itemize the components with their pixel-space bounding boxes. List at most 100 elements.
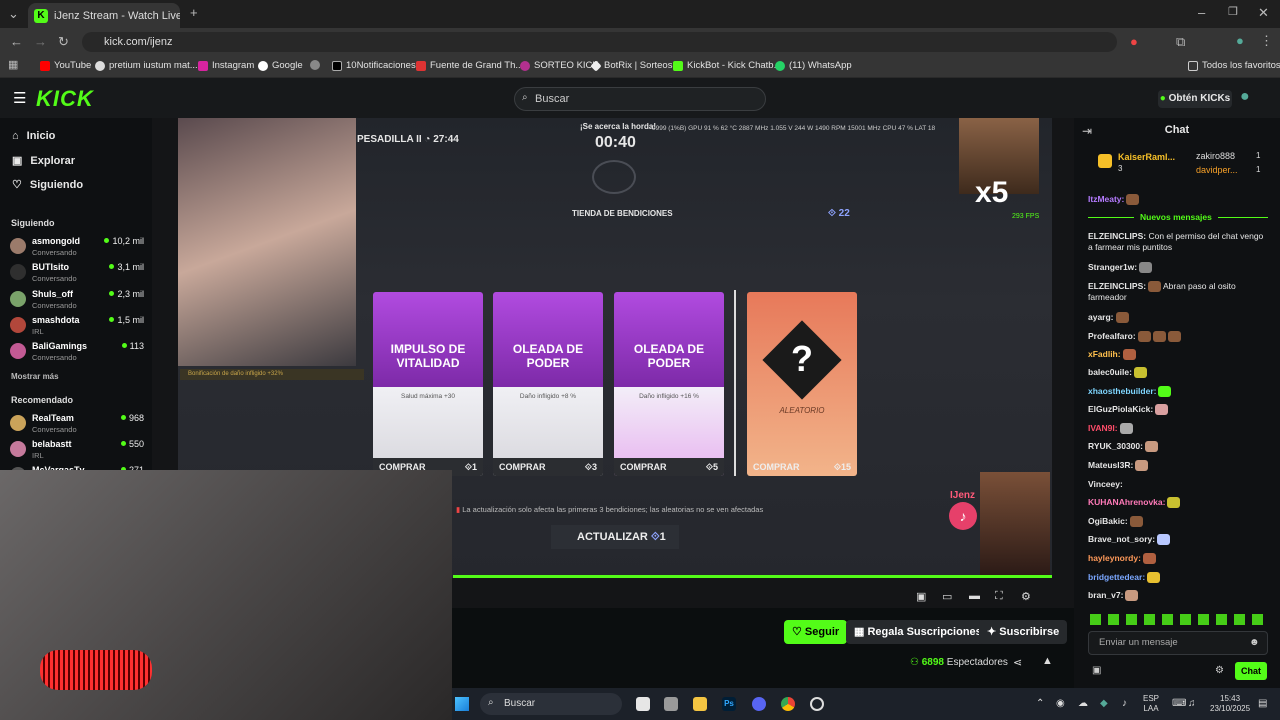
chat-message-input[interactable]: Enviar un mensaje: [1088, 631, 1268, 655]
close-window-icon[interactable]: ✕: [1258, 5, 1269, 21]
chat-message: Brave_not_sory:: [1088, 534, 1268, 546]
tray-shield-icon[interactable]: ◆: [1100, 698, 1108, 709]
sidebar-channel-shuls[interactable]: Shuls_off Conversando 2,3 mil: [10, 289, 144, 313]
hamburger-menu-icon[interactable]: ☰: [13, 89, 26, 107]
bookmark-notificaciones[interactable]: 10Notificaciones: [332, 60, 416, 71]
taskbar-search[interactable]: Buscar: [480, 693, 622, 715]
pinned-user-2[interactable]: zakiro888: [1196, 151, 1235, 161]
report-icon[interactable]: ▲: [1042, 655, 1053, 667]
rewards-icon[interactable]: ▣: [1092, 665, 1101, 676]
new-messages-label: Nuevos mensajes: [1134, 212, 1218, 222]
volume-icon[interactable]: ♫: [1188, 698, 1196, 709]
subscribe-button[interactable]: ✦ Suscribirse: [979, 620, 1068, 644]
sidebar-channel-belabastt[interactable]: belabastt IRL 550: [10, 439, 144, 463]
sidebar-channel-butisito[interactable]: BUTIsito Conversando 3,1 mil: [10, 262, 144, 286]
chat-message: OgiBakic:: [1088, 516, 1268, 528]
minimize-icon[interactable]: –: [1198, 5, 1205, 20]
update-button[interactable]: ACTUALIZAR ⟐1: [551, 525, 679, 549]
blessing-card-power-16[interactable]: OLEADA DE PODER Daño infligido +16 % COM…: [614, 292, 724, 476]
sidebar-channel-realteam[interactable]: RealTeam Conversando 968: [10, 413, 144, 437]
bookmark-botrix[interactable]: BotRix | Sorteos: [590, 59, 672, 72]
blessing-card-random[interactable]: ? ALEATORIO COMPRAR ⟐15: [747, 292, 857, 476]
nav-following[interactable]: ♡ Siguiendo: [12, 178, 83, 192]
theater-mode-icon[interactable]: ▭: [942, 590, 952, 603]
nav-explore[interactable]: ▣ Explorar: [12, 154, 75, 168]
sidebar-channel-asmongold[interactable]: asmongold Conversando 10,2 mil: [10, 236, 144, 260]
bookmark-instagram[interactable]: Instagram: [198, 60, 254, 71]
bookmarks-bar: ▦ YouTube pretium iustum mat... Instagra…: [0, 56, 1280, 78]
card-header: [373, 292, 483, 387]
maximize-icon[interactable]: ❐: [1228, 5, 1238, 18]
bookmark-grand-theft[interactable]: Fuente de Grand Th...: [416, 60, 523, 71]
chat-send-button[interactable]: Chat: [1235, 662, 1267, 680]
clip-icon[interactable]: ▬: [969, 590, 980, 602]
sidebar-channel-baligamings[interactable]: BaliGamings Conversando 113: [10, 341, 144, 365]
new-tab-icon[interactable]: +: [190, 5, 198, 20]
task-view-icon[interactable]: [636, 697, 650, 711]
user-avatar[interactable]: ●: [1240, 88, 1250, 106]
menu-dots-icon[interactable]: ⋮: [1260, 33, 1273, 49]
extension-icon[interactable]: ●: [1130, 34, 1138, 49]
share-icon[interactable]: ⋖: [1013, 656, 1022, 669]
chat-message: IVAN9I:: [1088, 423, 1268, 435]
network-icon[interactable]: ⌨: [1172, 698, 1186, 709]
nav-home[interactable]: ⌂ Inicio: [12, 130, 55, 142]
photoshop-icon[interactable]: Ps: [722, 697, 736, 711]
tray-app-icon[interactable]: ◉: [1056, 698, 1065, 709]
get-kicks-button[interactable]: ● Obtén KICKs: [1158, 90, 1232, 108]
nightmare-label: PESADILLA II ◔ 27:44: [357, 134, 459, 145]
browser-tab[interactable]: K iJenz Stream - Watch Live o ✕: [28, 3, 180, 28]
emote-quick-bar[interactable]: [1090, 614, 1270, 625]
tray-chevron-icon[interactable]: ⌃: [1036, 698, 1044, 709]
helmet-icon: [592, 160, 636, 194]
bookmark-sorteo-kick[interactable]: SORTEO KICK: [520, 60, 599, 71]
language-indicator[interactable]: ESP LAA: [1143, 694, 1159, 714]
forward-icon[interactable]: →: [34, 34, 47, 49]
app-icon[interactable]: [664, 697, 678, 711]
sidebar-channel-smashdota[interactable]: smashdota IRL 1,5 mil: [10, 315, 144, 339]
windows-start-icon[interactable]: [455, 697, 469, 711]
back-icon[interactable]: ←: [10, 34, 23, 49]
mic-icon[interactable]: ♪: [1122, 698, 1127, 709]
obs-icon[interactable]: [810, 697, 824, 711]
blessing-card-vitality[interactable]: IMPULSO DE VITALIDAD Salud máxima +30 CO…: [373, 292, 483, 476]
chat-message: hayleynordy:: [1088, 553, 1268, 565]
bookmark-pretium[interactable]: pretium iustum mat...: [95, 60, 198, 71]
reload-icon[interactable]: ↻: [58, 34, 69, 50]
notification-bell-icon[interactable]: ▤: [1258, 698, 1267, 709]
emote-icon: [1125, 590, 1139, 602]
chat-settings-icon[interactable]: ⚙: [1215, 665, 1224, 676]
settings-gear-icon[interactable]: ⚙: [1021, 590, 1031, 603]
discord-icon[interactable]: [752, 697, 766, 711]
pinned-user-3[interactable]: davidper...: [1196, 165, 1238, 175]
show-more-link[interactable]: Mostrar más: [11, 372, 59, 381]
chrome-icon[interactable]: [781, 697, 795, 711]
streamer-tag: IJenz: [950, 490, 976, 501]
cloud-icon[interactable]: ☁: [1078, 698, 1088, 709]
file-explorer-icon[interactable]: [693, 697, 707, 711]
bookmark-kickbot[interactable]: KickBot - Kick Chatb...: [673, 60, 782, 71]
gift-subs-button[interactable]: ▦ Regala Suscripciones: [846, 620, 990, 644]
blessing-card-power-8[interactable]: OLEADA DE PODER Daño infligido +8 % COMP…: [493, 292, 603, 476]
profile-avatar-icon[interactable]: ●: [1236, 33, 1244, 48]
site-search-input[interactable]: Buscar: [514, 87, 766, 111]
fullscreen-icon[interactable]: ⛶: [995, 590, 1003, 603]
globe-icon: [310, 60, 320, 70]
bookmark-youtube[interactable]: YouTube: [40, 60, 91, 71]
bookmark-globe[interactable]: [310, 60, 320, 70]
explore-icon: ▣: [12, 155, 23, 167]
apps-grid-icon[interactable]: ▦: [8, 58, 18, 71]
kick-logo[interactable]: KICK: [36, 86, 94, 112]
url-field[interactable]: kick.com/ijenz: [82, 32, 1117, 52]
bookmark-all-favorites[interactable]: Todos los favoritos: [1188, 60, 1280, 71]
emote-icon: [1133, 367, 1147, 379]
clock[interactable]: 15:43 23/10/2025: [1210, 694, 1250, 714]
pinned-user-1[interactable]: KaiserRaml...: [1118, 152, 1175, 162]
emoji-icon[interactable]: ☻: [1249, 637, 1260, 648]
tab-search-icon[interactable]: ⌄: [8, 6, 19, 22]
miniplayer-icon[interactable]: ▣: [916, 590, 926, 603]
follow-button[interactable]: ♡ Seguir: [784, 620, 848, 644]
bookmark-google[interactable]: Google: [258, 60, 303, 71]
extensions-puzzle-icon[interactable]: ⧉: [1176, 34, 1185, 50]
bookmark-whatsapp[interactable]: (11) WhatsApp: [775, 60, 852, 71]
